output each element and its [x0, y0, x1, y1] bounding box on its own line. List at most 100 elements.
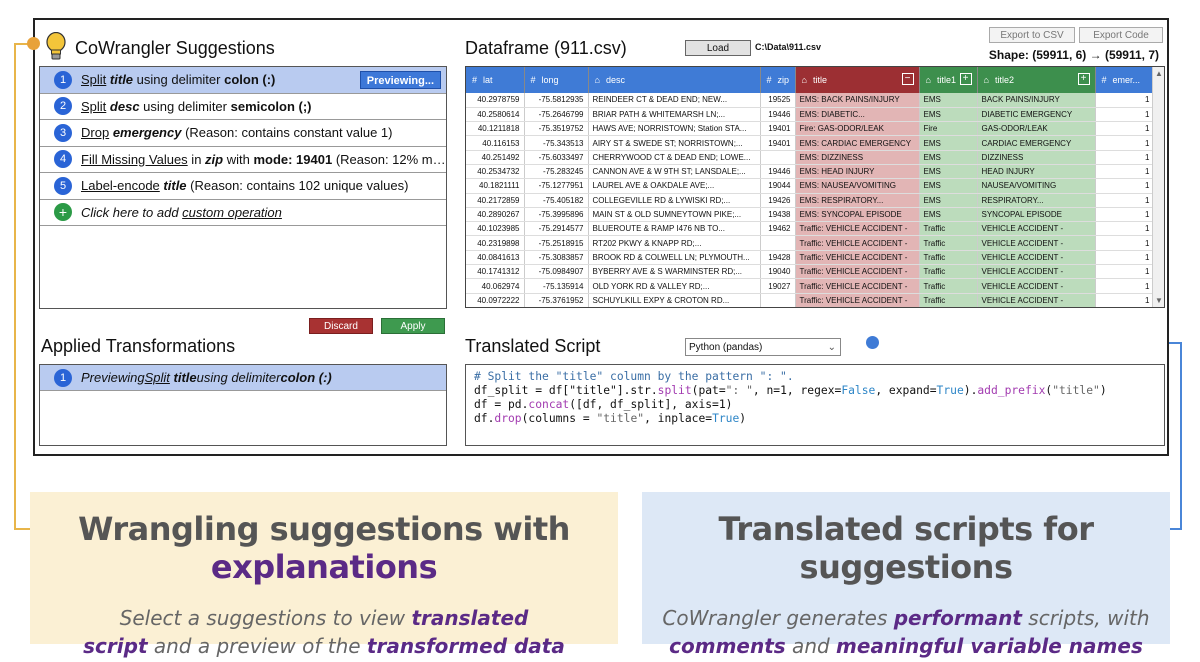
- table-cell: -75.135914: [524, 278, 589, 294]
- table-cell: VEHICLE ACCIDENT -: [977, 278, 1096, 294]
- column-name: title: [812, 75, 827, 85]
- applied-verb: Split: [144, 370, 170, 385]
- table-cell: EMS: [919, 150, 978, 165]
- expand-icon[interactable]: +: [1077, 73, 1090, 85]
- table-cell: HEAD INJURY: [977, 164, 1096, 180]
- table-cell: EMS: [919, 93, 978, 108]
- table-cell: 19401: [760, 121, 796, 137]
- column-header-0[interactable]: # lat: [466, 67, 525, 93]
- scripts-panel: Translated scripts for suggestions CoWra…: [642, 492, 1170, 658]
- suggestion-item-3[interactable]: 3 Drop emergency (Reason: contains const…: [40, 120, 446, 147]
- table-cell: EMS: CARDIAC EMERGENCY: [795, 135, 920, 151]
- table-row: 40.1821111 -75.1277951 LAUREL AVE & OAKDAL…: [466, 178, 1155, 194]
- left-connector-line: [14, 44, 16, 530]
- suggestion-text: with: [223, 151, 254, 167]
- scripts-heading: Translated scripts for suggestions: [718, 510, 1094, 586]
- right-connector-line: [1180, 342, 1182, 530]
- table-cell: BYBERRY AVE & S WARMINSTER RD;...: [588, 264, 761, 280]
- code-token: add_prefix: [977, 384, 1046, 397]
- table-cell: DIZZINESS: [977, 150, 1096, 165]
- column-header-1[interactable]: # long: [524, 67, 589, 93]
- suggestion-reason: (Reason: 12% missin...: [335, 151, 446, 167]
- table-cell: 40.1023985: [466, 221, 525, 237]
- description-highlight: meaningful variable names: [836, 634, 1143, 658]
- table-cell: DIABETIC EMERGENCY: [977, 107, 1096, 123]
- table-cell: 1: [1095, 150, 1155, 165]
- table-cell: BRIAR PATH & WHITEMARSH LN;...: [588, 107, 761, 123]
- add-custom-operation[interactable]: + Click here to add custom operation: [40, 200, 446, 226]
- code-token: df = pd.: [474, 398, 529, 411]
- collapse-icon[interactable]: −: [901, 73, 914, 85]
- table-cell: 1: [1095, 135, 1155, 151]
- suggestion-item-1[interactable]: 1 Split title using delimiter colon (:) …: [40, 67, 446, 94]
- column-header-3[interactable]: # zip: [760, 67, 796, 93]
- table-cell: REINDEER CT & DEAD END; NEW...: [588, 93, 761, 108]
- right-connector-bottom: [1170, 528, 1182, 530]
- description-text: and: [785, 634, 837, 658]
- table-cell: 40.1211818: [466, 121, 525, 137]
- column-header-5[interactable]: ⌂ title1 +: [919, 67, 978, 93]
- table-cell: 40.2534732: [466, 164, 525, 180]
- suggestion-verb: Drop: [81, 125, 110, 141]
- custom-operation-link[interactable]: custom operation: [182, 205, 282, 220]
- scroll-up-icon[interactable]: ▲: [1155, 69, 1163, 78]
- suggestion-item-4[interactable]: 4 Fill Missing Values in zip with mode: …: [40, 147, 446, 173]
- table-cell: 1: [1095, 221, 1155, 237]
- table-cell: VEHICLE ACCIDENT -: [977, 293, 1096, 307]
- description-highlight: transformed data: [366, 634, 565, 658]
- suggestion-verb: Fill Missing Values: [81, 151, 188, 167]
- description-highlight: script: [83, 634, 148, 658]
- table-cell: 40.2978759: [466, 93, 525, 108]
- script-code[interactable]: # Split the "title" column by the patter…: [465, 364, 1165, 446]
- column-header-4[interactable]: ⌂ title −: [795, 67, 920, 93]
- scroll-down-icon[interactable]: ▼: [1155, 296, 1163, 305]
- table-cell: Traffic: [919, 293, 978, 307]
- load-button[interactable]: Load: [685, 40, 751, 56]
- file-path: C:\Data\911.csv: [755, 42, 822, 52]
- column-header-2[interactable]: ⌂ desc: [588, 67, 761, 93]
- column-header-6[interactable]: ⌂ title2 +: [977, 67, 1096, 93]
- previewing-badge: Previewing...: [359, 71, 441, 89]
- applied-item-1[interactable]: 1 Previewing Split title using delimiter…: [40, 365, 446, 391]
- table-cell: SCHUYLKILL EXPY & CROTON RD...: [588, 293, 761, 307]
- description-highlight: performant: [893, 606, 1022, 630]
- table-cell: AIRY ST & SWEDE ST; NORRISTOWN;...: [588, 135, 761, 151]
- suggestion-column: zip: [205, 151, 224, 167]
- code-token: df.: [474, 412, 495, 425]
- table-cell: EMS: [919, 107, 978, 123]
- table-cell: Traffic: VEHICLE ACCIDENT -: [795, 264, 920, 280]
- table-cell: EMS: DIABETIC...: [795, 107, 920, 123]
- table-cell: 19525: [760, 93, 796, 108]
- table-cell: 19438: [760, 207, 796, 223]
- table-cell: 19446: [760, 164, 796, 180]
- table-row: 40.2890267 -75.3995896 MAIN ST & OLD SUMNE…: [466, 207, 1155, 223]
- table-cell: 40.2890267: [466, 207, 525, 223]
- table-scrollbar[interactable]: ▲ ▼: [1152, 67, 1164, 307]
- table-cell: 1: [1095, 121, 1155, 137]
- code-token: (pat=: [691, 384, 726, 397]
- export-code-button[interactable]: Export Code: [1079, 27, 1163, 43]
- explanations-description: Select a suggestions to view translated s…: [30, 604, 618, 660]
- table-cell: Traffic: VEHICLE ACCIDENT -: [795, 235, 920, 251]
- table-cell: EMS: [919, 193, 978, 208]
- suggestion-item-5[interactable]: 5 Label-encode title (Reason: contains 1…: [40, 173, 446, 200]
- suggestion-verb: Label-encode: [81, 178, 160, 194]
- table-cell: 40.0972222: [466, 293, 525, 307]
- table-cell: Traffic: [919, 235, 978, 251]
- expand-icon[interactable]: +: [959, 73, 972, 85]
- apply-button[interactable]: Apply: [381, 318, 445, 334]
- table-cell: 1: [1095, 293, 1155, 307]
- discard-button[interactable]: Discard: [309, 318, 373, 334]
- column-header-7[interactable]: # emer...: [1095, 67, 1155, 93]
- table-cell: HAWS AVE; NORRISTOWN; Station STA...: [588, 121, 761, 137]
- description-text: scripts, with: [1021, 606, 1150, 630]
- table-cell: -75.0984907: [524, 264, 589, 280]
- table-cell: -75.3995896: [524, 207, 589, 223]
- language-select[interactable]: Python (pandas) ⌄: [685, 338, 841, 356]
- table-cell: 1: [1095, 235, 1155, 251]
- suggestion-item-2[interactable]: 2 Split desc using delimiter semicolon (…: [40, 94, 446, 120]
- suggestion-column: title: [163, 178, 187, 194]
- export-csv-button[interactable]: Export to CSV: [989, 27, 1075, 43]
- table-cell: SYNCOPAL EPISODE: [977, 207, 1096, 223]
- table-cell: -75.2518915: [524, 235, 589, 251]
